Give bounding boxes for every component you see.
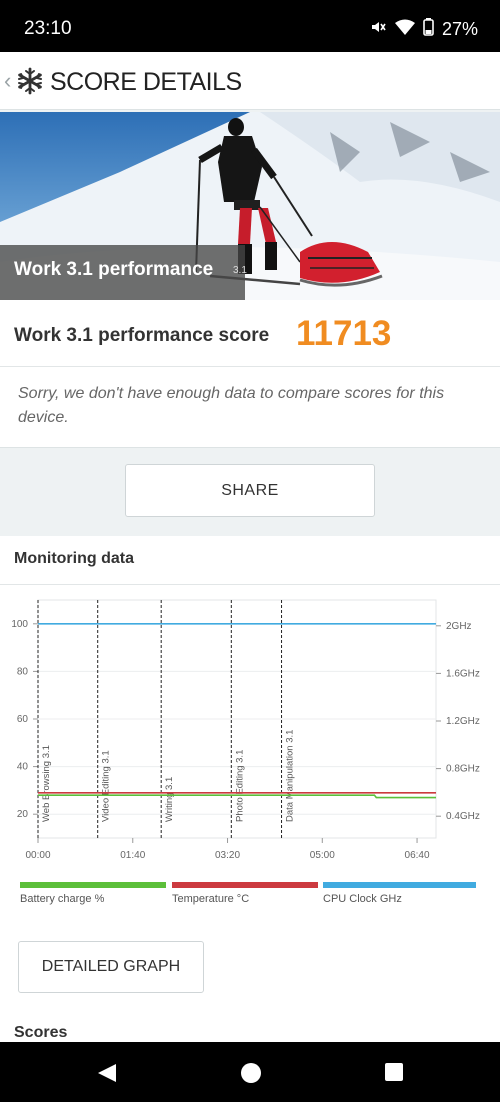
snowflake-icon [16, 67, 44, 100]
x-tick-label: 00:00 [25, 850, 50, 861]
right-y-tick-label: 0.4GHz [446, 811, 480, 822]
x-tick-label: 06:40 [405, 850, 430, 861]
score-card: Work 3.1 performance score 11713 Sorry, … [0, 300, 500, 448]
legend-battery-swatch [20, 882, 166, 888]
battery-icon [423, 18, 434, 41]
app-bar: ‹ SCORE DETAILS [0, 52, 500, 110]
status-bar: 23:10 27% [0, 0, 500, 52]
hero-image: Work 3.1 performance 3.1 [0, 112, 500, 300]
comparison-message: Sorry, we don't have enough data to comp… [18, 385, 445, 426]
status-icons: 27% [369, 18, 478, 41]
back-nav-icon[interactable] [96, 1062, 118, 1089]
hero-caption-title: Work 3.1 performance [14, 259, 214, 280]
marker-label: Video Editing 3.1 [101, 750, 112, 822]
legend-cpu: CPU Clock GHz [323, 882, 476, 905]
right-y-tick-label: 1.2GHz [446, 716, 480, 727]
marker-label: Photo Editing 3.1 [234, 750, 245, 822]
navigation-bar [0, 1042, 500, 1102]
right-y-tick-label: 0.8GHz [446, 764, 480, 775]
hero-caption: Work 3.1 performance 3.1 [0, 245, 247, 300]
x-tick-label: 01:40 [120, 850, 145, 861]
score-label: Work 3.1 performance score [14, 325, 270, 346]
wifi-icon [394, 19, 415, 40]
home-nav-icon[interactable] [240, 1062, 262, 1089]
hero-caption-version: 3.1 [233, 265, 247, 276]
recents-nav-icon[interactable] [384, 1062, 404, 1087]
divider [0, 366, 500, 367]
x-tick-label: 05:00 [310, 850, 335, 861]
legend-battery-label: Battery charge % [20, 893, 105, 905]
scores-title: Scores [14, 1024, 68, 1041]
monitoring-title: Monitoring data [14, 550, 134, 567]
chevron-left-icon[interactable]: ‹ [4, 68, 11, 94]
marker-label: Data Manipulation 3.1 [285, 730, 296, 822]
y-tick-label: 20 [17, 809, 29, 820]
divider [0, 584, 500, 585]
y-tick-label: 40 [17, 762, 29, 773]
legend-cpu-swatch [323, 882, 476, 888]
legend-temperature-label: Temperature °C [172, 893, 250, 905]
right-y-tick-label: 2GHz [446, 621, 472, 632]
legend-battery: Battery charge % [20, 882, 166, 905]
marker-label: Web Browsing 3.1 [41, 745, 52, 822]
y-tick-label: 100 [11, 619, 28, 630]
detailed-graph-button[interactable]: DETAILED GRAPH [18, 941, 204, 993]
marker-label: Writing 3.1 [164, 777, 175, 822]
x-tick-label: 03:20 [215, 850, 240, 861]
right-y-tick-label: 1.6GHz [446, 668, 480, 679]
share-button[interactable]: SHARE [125, 464, 375, 517]
monitoring-card: Monitoring data 20 40 60 80 100 0.4GHz 0.8GHz 1… [0, 536, 500, 1056]
y-tick-label: 60 [17, 714, 29, 725]
legend-temperature-swatch [172, 882, 318, 888]
page-title: SCORE DETAILS [50, 68, 242, 96]
score-value: 11713 [296, 314, 392, 353]
monitoring-chart: 20 40 60 80 100 0.4GHz 0.8GHz 1.2GHz 1.6GHz 2GHz 0… [11, 599, 480, 861]
y-tick-label: 80 [17, 666, 29, 677]
legend-cpu-label: CPU Clock GHz [323, 893, 402, 905]
mute-icon [369, 18, 387, 41]
status-time: 23:10 [24, 18, 72, 39]
legend-temperature: Temperature °C [172, 882, 318, 905]
battery-percent: 27% [441, 19, 478, 39]
